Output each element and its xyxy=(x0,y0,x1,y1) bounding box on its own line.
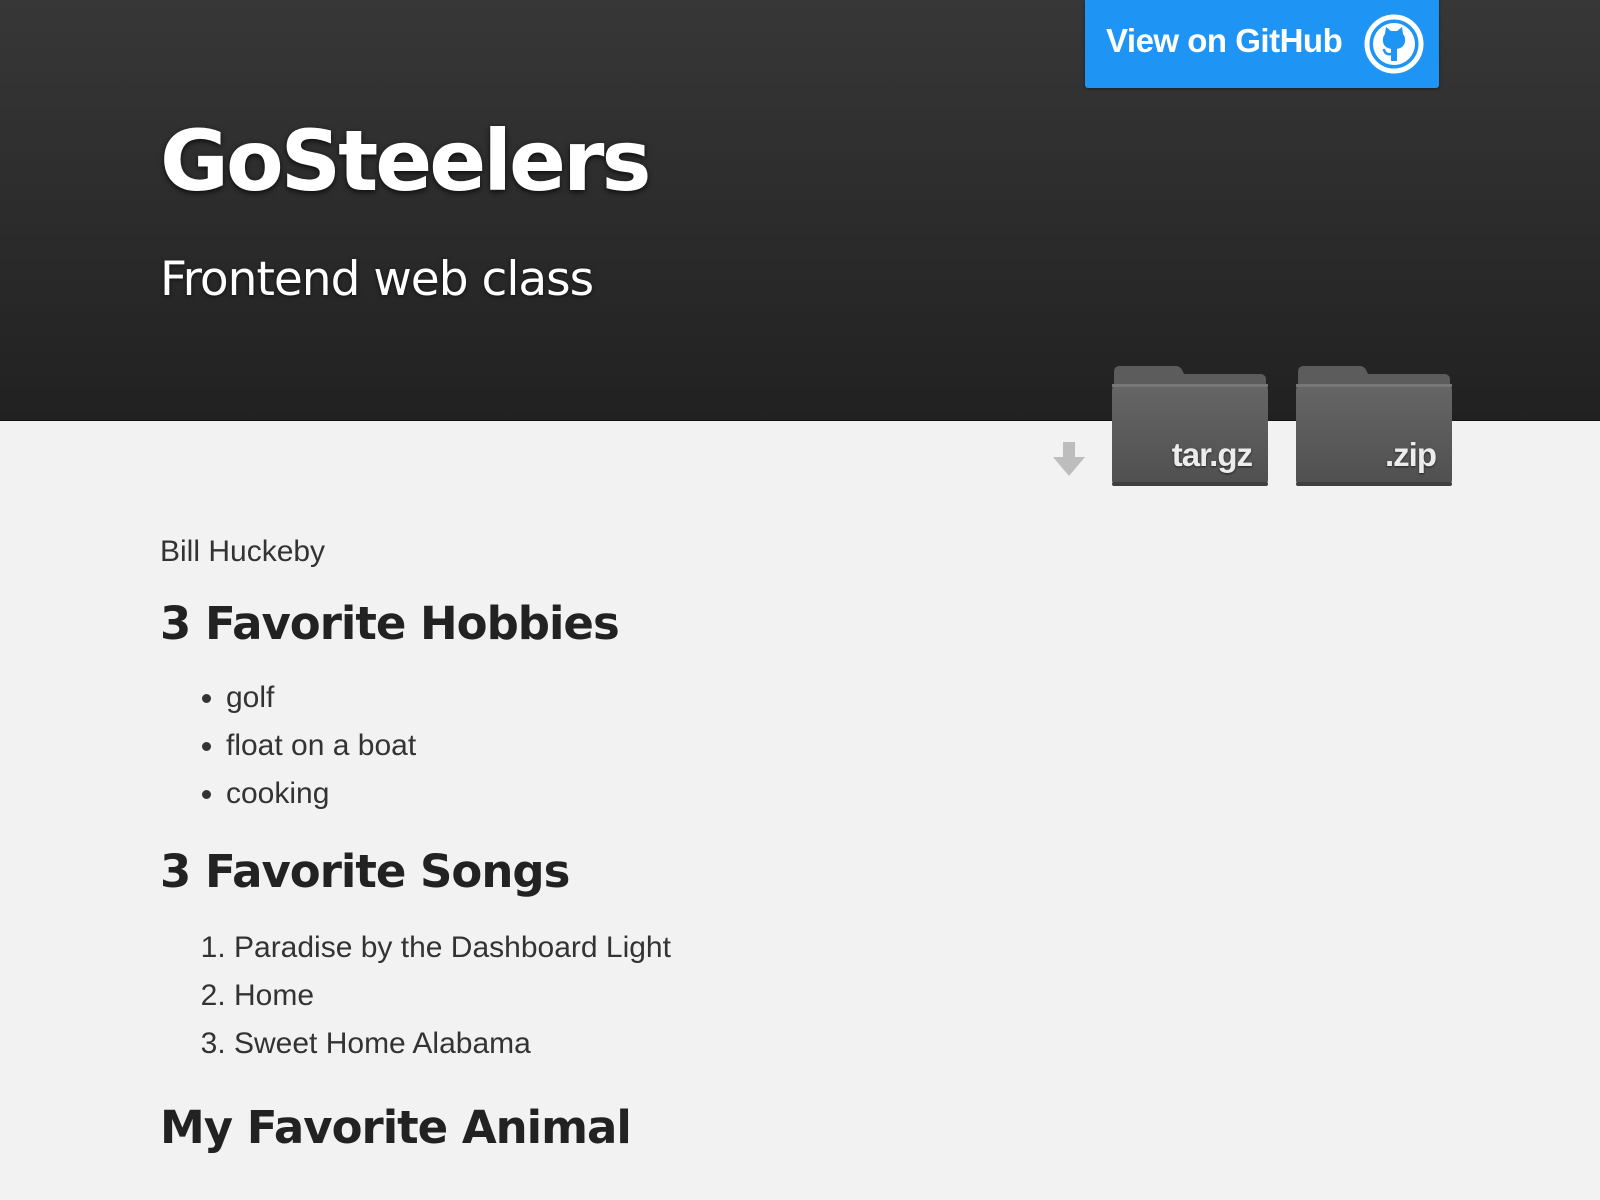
tar-gz-label: tar.gz xyxy=(1171,436,1253,473)
list-item: Sweet Home Alabama xyxy=(234,1020,1160,1068)
list-item: float on a boat xyxy=(226,722,1160,770)
main-content: Bill Huckeby 3 Favorite Hobbies golf flo… xyxy=(160,530,1160,1156)
site-subtitle: Frontend web class xyxy=(160,252,594,307)
list-item: Home xyxy=(234,972,1160,1020)
list-item: cooking xyxy=(226,770,1160,818)
download-tar-gz-button[interactable]: tar.gz xyxy=(1110,364,1270,492)
hobbies-heading: 3 Favorite Hobbies xyxy=(160,597,620,650)
download-arrow-icon xyxy=(1053,442,1085,476)
animal-heading: My Favorite Animal xyxy=(160,1101,632,1154)
download-zip-button[interactable]: .zip xyxy=(1294,364,1454,492)
github-octocat-icon xyxy=(1364,14,1424,74)
zip-label: .zip xyxy=(1385,436,1437,473)
author-name: Bill Huckeby xyxy=(160,535,326,568)
view-on-github-button[interactable]: View on GitHub xyxy=(1085,0,1439,88)
site-title: GoSteelers xyxy=(160,112,651,210)
songs-list: Paradise by the Dashboard Light Home Swe… xyxy=(160,924,1160,1068)
view-on-github-label: View on GitHub xyxy=(1106,22,1343,59)
list-item: golf xyxy=(226,674,1160,722)
list-item: Paradise by the Dashboard Light xyxy=(234,924,1160,972)
page-header: GoSteelers Frontend web class View on Gi… xyxy=(0,0,1600,421)
songs-heading: 3 Favorite Songs xyxy=(160,845,570,898)
hobbies-list: golf float on a boat cooking xyxy=(160,674,1160,818)
